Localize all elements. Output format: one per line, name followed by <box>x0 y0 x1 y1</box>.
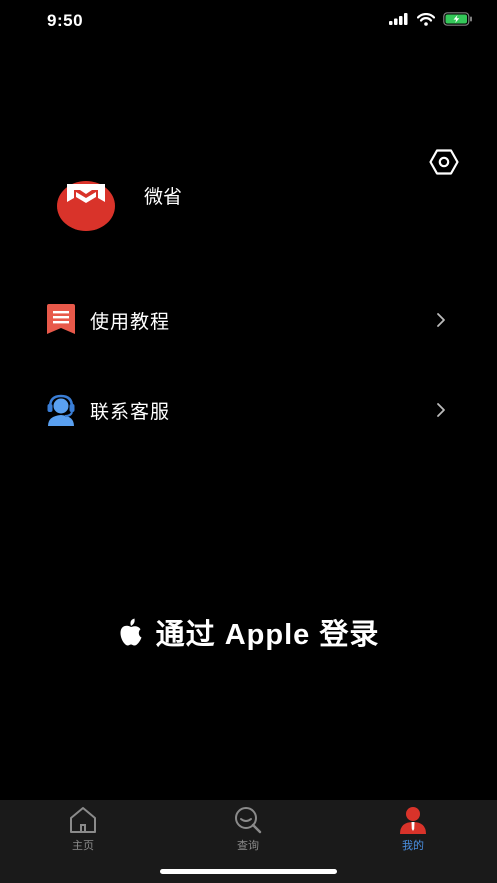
tab-query-label: 查询 <box>237 839 259 852</box>
status-time: 9:50 <box>47 11 84 30</box>
settings-button[interactable] <box>426 146 462 178</box>
gear-icon <box>429 149 459 175</box>
battery-charging-icon <box>443 12 472 26</box>
tab-mine-label: 我的 <box>402 839 424 852</box>
apple-login-label: 通过 Apple 登录 <box>155 619 380 651</box>
customer-service-icon <box>47 394 75 426</box>
menu-item-label: 联系客服 <box>90 401 171 423</box>
menu-item-tutorial[interactable]: 使用教程 <box>0 295 497 345</box>
menu-item-label: 使用教程 <box>90 311 171 333</box>
search-chat-icon <box>235 807 262 834</box>
avatar[interactable] <box>56 178 116 232</box>
status-icons <box>389 12 473 26</box>
tab-mine[interactable]: 我的 <box>363 806 463 856</box>
tutorial-book-icon <box>47 304 75 334</box>
cellular-signal-icon <box>389 13 408 25</box>
wifi-icon <box>417 12 435 26</box>
username: 微省 <box>144 186 183 208</box>
tab-home[interactable]: 主页 <box>33 806 133 856</box>
apple-login-button[interactable]: 通过 Apple 登录 <box>0 606 497 658</box>
chevron-right-icon <box>437 403 445 417</box>
chevron-right-icon <box>437 313 445 327</box>
tab-home-label: 主页 <box>72 839 94 852</box>
menu-item-customer-service[interactable]: 联系客服 <box>0 385 497 435</box>
apple-logo-icon <box>120 618 142 646</box>
tab-query[interactable]: 查询 <box>198 806 298 856</box>
home-icon <box>70 807 96 833</box>
status-bar: 9:50 <box>0 0 497 44</box>
profile-icon <box>400 807 426 834</box>
home-indicator <box>160 869 337 874</box>
